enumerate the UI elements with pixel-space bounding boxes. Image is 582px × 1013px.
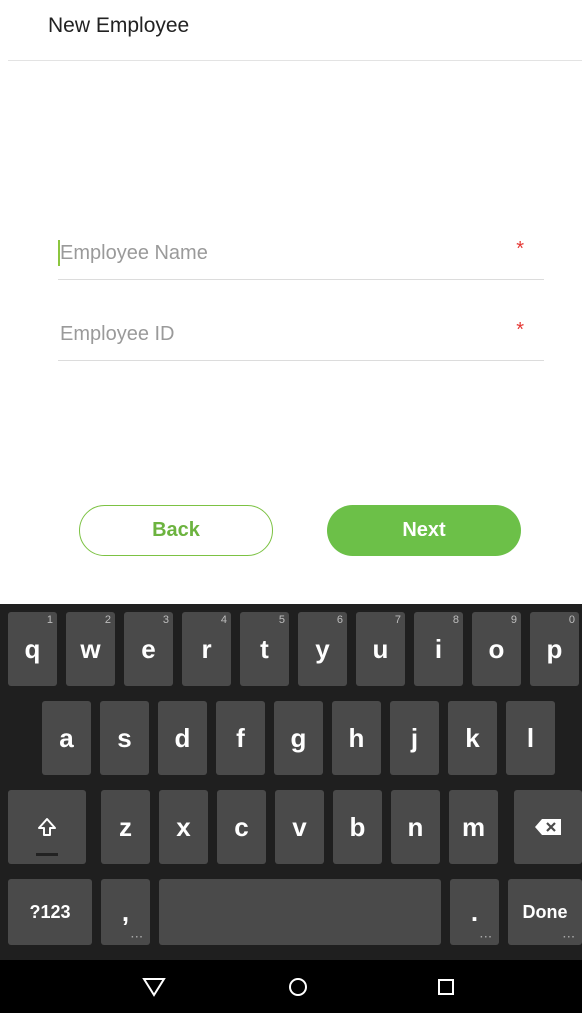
comma-key[interactable]: , ··· bbox=[101, 879, 150, 945]
key-z[interactable]: z bbox=[101, 790, 150, 864]
key-label: k bbox=[465, 722, 480, 753]
employee-id-field[interactable]: Employee ID * bbox=[58, 311, 544, 361]
key-c[interactable]: c bbox=[217, 790, 266, 864]
key-hint: 4 bbox=[220, 614, 227, 626]
nav-recents-icon[interactable] bbox=[416, 960, 476, 1013]
period-key[interactable]: . ··· bbox=[450, 879, 499, 945]
key-label: j bbox=[410, 722, 419, 753]
key-o[interactable]: o9 bbox=[472, 612, 521, 686]
key-more-dots: ··· bbox=[480, 932, 493, 943]
key-d[interactable]: d bbox=[158, 701, 207, 775]
key-label: o bbox=[488, 633, 505, 664]
key-label: b bbox=[349, 811, 366, 842]
key-label: f bbox=[236, 722, 245, 753]
key-h[interactable]: h bbox=[332, 701, 381, 775]
shift-icon bbox=[38, 818, 56, 836]
key-hint: 8 bbox=[452, 614, 459, 626]
field-underline bbox=[58, 279, 544, 280]
key-i[interactable]: i8 bbox=[414, 612, 463, 686]
page-title: New Employee bbox=[48, 14, 190, 37]
key-label: y bbox=[315, 633, 330, 664]
key-label: s bbox=[117, 722, 132, 753]
key-label: i bbox=[434, 633, 443, 664]
key-q[interactable]: q1 bbox=[8, 612, 57, 686]
key-label: r bbox=[201, 633, 212, 664]
header-divider bbox=[8, 60, 582, 61]
soft-keyboard: q 1 w 2 e 3 r 4 t 5 y 6 u 7 i 8 o 9 p 0 a s d f g h j k l z x c v b n m ?123… bbox=[0, 604, 582, 960]
key-hint: 2 bbox=[104, 614, 111, 626]
app-header: New Employee bbox=[0, 0, 582, 62]
key-label: m bbox=[461, 811, 486, 842]
key-m[interactable]: m bbox=[449, 790, 498, 864]
key-y[interactable]: y6 bbox=[298, 612, 347, 686]
nav-home-icon[interactable] bbox=[268, 960, 328, 1013]
shift-key[interactable] bbox=[8, 790, 86, 864]
key-label: v bbox=[292, 811, 307, 842]
key-label: d bbox=[174, 722, 191, 753]
key-label: a bbox=[59, 722, 74, 753]
key-label: ?123 bbox=[29, 901, 71, 922]
key-label: t bbox=[260, 633, 269, 664]
key-label: c bbox=[234, 811, 249, 842]
key-hint: 3 bbox=[162, 614, 169, 626]
key-s[interactable]: s bbox=[100, 701, 149, 775]
key-u[interactable]: u7 bbox=[356, 612, 405, 686]
key-r[interactable]: r4 bbox=[182, 612, 231, 686]
key-label: h bbox=[348, 722, 365, 753]
key-label: g bbox=[290, 722, 307, 753]
key-label: l bbox=[526, 722, 535, 753]
next-button[interactable]: Next bbox=[327, 505, 521, 556]
key-hint: 0 bbox=[568, 614, 575, 626]
employee-name-field[interactable]: Employee Name * bbox=[58, 230, 544, 280]
key-n[interactable]: n bbox=[391, 790, 440, 864]
backspace-icon bbox=[535, 819, 561, 835]
nav-back-icon[interactable] bbox=[124, 960, 184, 1013]
key-f[interactable]: f bbox=[216, 701, 265, 775]
key-p[interactable]: p0 bbox=[530, 612, 579, 686]
key-label: p bbox=[546, 633, 563, 664]
symbols-key[interactable]: ?123 bbox=[8, 879, 92, 945]
key-label: Done bbox=[522, 901, 568, 922]
key-hint: 5 bbox=[278, 614, 285, 626]
key-more-dots: ··· bbox=[563, 932, 576, 943]
key-hint: 1 bbox=[46, 614, 53, 626]
field-underline bbox=[58, 360, 544, 361]
required-indicator: * bbox=[516, 238, 524, 260]
key-x[interactable]: x bbox=[159, 790, 208, 864]
space-key[interactable] bbox=[159, 879, 441, 945]
key-hint: 9 bbox=[510, 614, 517, 626]
key-label: . bbox=[470, 896, 479, 927]
key-w[interactable]: w2 bbox=[66, 612, 115, 686]
backspace-key[interactable] bbox=[514, 790, 582, 864]
employee-id-placeholder: Employee ID bbox=[60, 323, 175, 345]
key-label: q bbox=[24, 633, 41, 664]
key-e[interactable]: e3 bbox=[124, 612, 173, 686]
shift-indicator bbox=[36, 853, 58, 856]
key-b[interactable]: b bbox=[333, 790, 382, 864]
key-k[interactable]: k bbox=[448, 701, 497, 775]
key-label: z bbox=[119, 811, 132, 842]
key-j[interactable]: j bbox=[390, 701, 439, 775]
key-label: x bbox=[176, 811, 191, 842]
key-label: , bbox=[121, 896, 130, 927]
key-v[interactable]: v bbox=[275, 790, 324, 864]
required-indicator: * bbox=[516, 319, 524, 341]
key-l[interactable]: l bbox=[506, 701, 555, 775]
back-button[interactable]: Back bbox=[79, 505, 273, 556]
key-hint: 7 bbox=[394, 614, 401, 626]
key-t[interactable]: t5 bbox=[240, 612, 289, 686]
key-a[interactable]: a bbox=[42, 701, 91, 775]
key-label: n bbox=[407, 811, 424, 842]
key-hint: 6 bbox=[336, 614, 343, 626]
done-key[interactable]: Done ··· bbox=[508, 879, 582, 945]
employee-name-placeholder: Employee Name bbox=[60, 242, 208, 264]
key-label: u bbox=[372, 633, 389, 664]
key-g[interactable]: g bbox=[274, 701, 323, 775]
key-label: w bbox=[80, 633, 101, 664]
key-label: e bbox=[141, 633, 156, 664]
key-more-dots: ··· bbox=[131, 932, 144, 943]
system-navigation-bar bbox=[0, 960, 582, 1013]
